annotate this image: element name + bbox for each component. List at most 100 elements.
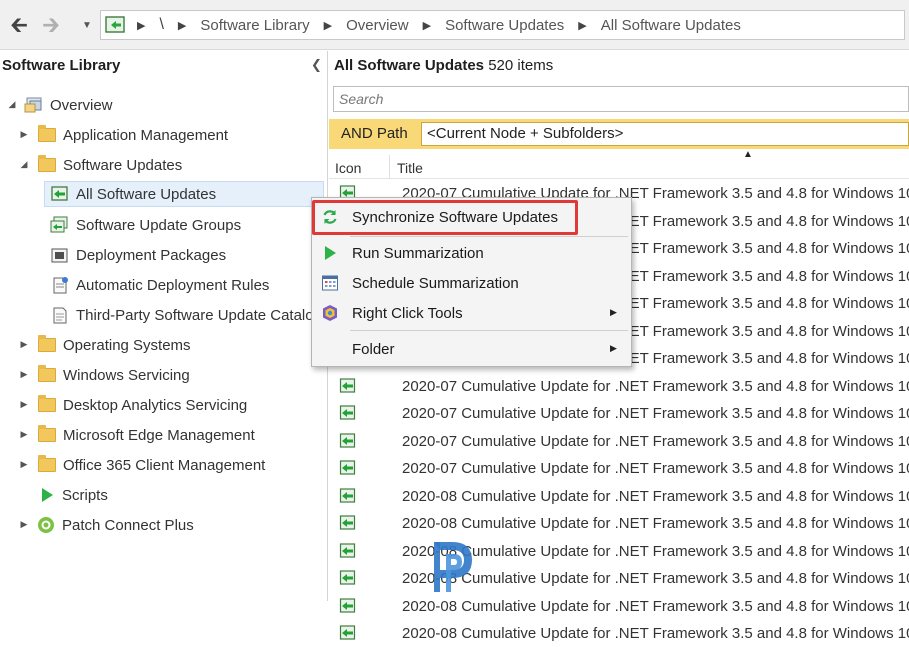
tree-item-microsoft-edge-management[interactable]: ▶ Microsoft Edge Management: [18, 422, 255, 448]
pane-title: Software Library: [2, 57, 121, 74]
results-title: All Software Updates: [334, 57, 485, 74]
column-header-row: Icon Title ▲: [329, 149, 909, 179]
navigation-pane: Software Library ❮ ◢ Overview ▶ Applicat…: [0, 51, 328, 601]
update-title: 2020-08 Cumulative Update for .NET Frame…: [402, 515, 909, 532]
tree-item-windows-servicing[interactable]: ▶ Windows Servicing: [18, 362, 190, 388]
expand-triangle-icon[interactable]: ▶: [18, 399, 30, 410]
update-title: 2020-08 Cumulative Update for .NET Frame…: [402, 487, 909, 505]
software-update-icon: [339, 570, 356, 585]
breadcrumb-item-all-software-updates[interactable]: All Software Updates: [601, 17, 741, 34]
tree-item-desktop-analytics-servicing[interactable]: ▶ Desktop Analytics Servicing: [18, 392, 247, 418]
tree-item-automatic-deployment-rules[interactable]: Automatic Deployment Rules: [50, 272, 269, 298]
software-update-icon: [51, 186, 68, 201]
table-row[interactable]: 2020-08 Cumulative Update for .NET Frame…: [329, 510, 909, 537]
breadcrumb-item-overview[interactable]: Overview: [346, 17, 409, 34]
expand-triangle-icon[interactable]: ▶: [18, 129, 30, 140]
breadcrumb-root[interactable]: \: [159, 16, 163, 34]
back-arrow-icon[interactable]: 🡰: [6, 12, 32, 38]
table-row[interactable]: 2020-07 Cumulative Update for .NET Frame…: [329, 428, 909, 455]
menu-separator: [350, 236, 628, 237]
scripts-icon: [42, 488, 53, 502]
expand-triangle-icon[interactable]: ▶: [18, 339, 30, 350]
collapse-pane-icon[interactable]: ❮: [311, 57, 322, 73]
tree-item-label: Scripts: [62, 486, 108, 504]
collapse-triangle-icon[interactable]: ◢: [18, 159, 30, 170]
menu-item-run-summarization[interactable]: Run Summarization: [312, 238, 631, 268]
expand-triangle-icon[interactable]: ▶: [18, 519, 30, 530]
breadcrumb-separator: ▶: [323, 19, 333, 32]
tree-item-overview[interactable]: ◢ Overview: [6, 92, 113, 118]
right-click-tools-icon: [323, 305, 337, 321]
software-update-icon: [339, 515, 356, 530]
watermark-logo: [434, 542, 472, 592]
submenu-arrow-icon: ▶: [610, 343, 617, 353]
column-header-icon[interactable]: Icon: [335, 160, 361, 176]
tree-item-application-management[interactable]: ▶ Application Management: [18, 122, 228, 148]
update-group-icon: [50, 216, 68, 233]
breadcrumb-item-software-updates[interactable]: Software Updates: [445, 17, 564, 34]
tree-item-deployment-packages[interactable]: Deployment Packages: [50, 242, 226, 268]
breadcrumb-item-software-library[interactable]: Software Library: [200, 17, 309, 34]
tree-item-label: Software Updates: [63, 156, 183, 174]
filter-bar: AND Path <Current Node + Subfolders>: [329, 119, 909, 149]
tree-item-software-update-groups[interactable]: Software Update Groups: [50, 212, 241, 238]
menu-item-schedule-summarization[interactable]: Schedule Summarization: [312, 268, 631, 298]
table-row[interactable]: 2020-07 Cumulative Update for .NET Frame…: [329, 373, 909, 400]
table-row[interactable]: 2020-07 Cumulative Update for .NET Frame…: [329, 400, 909, 427]
catalog-icon: [53, 307, 67, 324]
menu-item-folder[interactable]: Folder ▶: [312, 334, 631, 364]
breadcrumb-separator: ▶: [422, 19, 432, 32]
expand-triangle-icon[interactable]: ▶: [18, 459, 30, 470]
tree-item-operating-systems[interactable]: ▶ Operating Systems: [18, 332, 191, 358]
filter-label: AND Path: [341, 125, 408, 142]
folder-icon: [38, 365, 56, 382]
menu-item-right-click-tools[interactable]: Right Click Tools ▶: [312, 298, 631, 328]
tree-item-label: Software Update Groups: [76, 216, 242, 234]
tree-item-office-365-client-management[interactable]: ▶ Office 365 Client Management: [18, 452, 265, 478]
history-dropdown-icon[interactable]: ▼: [74, 13, 100, 39]
tree-item-all-software-updates[interactable]: All Software Updates: [44, 181, 324, 207]
table-row[interactable]: 2020-08 Cumulative Update for .NET Frame…: [329, 620, 909, 647]
update-title: 2020-07 Cumulative Update for .NET Frame…: [402, 460, 909, 477]
tree-item-label: Operating Systems: [63, 336, 191, 354]
table-row[interactable]: 2020-08 Cumulative Update for .NET Frame…: [329, 538, 909, 565]
tree-item-label: Overview: [50, 96, 113, 114]
highlight-annotation: [312, 200, 578, 235]
breadcrumb-separator: ▶: [137, 19, 146, 32]
tree-item-label: Desktop Analytics Servicing: [63, 396, 248, 414]
table-row[interactable]: 2020-08 Cumulative Update for .NET Frame…: [329, 593, 909, 620]
expand-triangle-icon[interactable]: ▶: [18, 369, 30, 380]
tree-item-software-updates[interactable]: ◢ Software Updates: [18, 152, 182, 178]
folder-icon: [38, 125, 56, 142]
menu-item-label: Folder: [352, 341, 395, 358]
collapse-triangle-icon[interactable]: ◢: [6, 99, 18, 110]
tree-item-label: Deployment Packages: [76, 246, 227, 264]
update-title: 2020-08 Cumulative Update for .NET Frame…: [402, 597, 909, 615]
table-row[interactable]: 2020-07 Cumulative Update for .NET Frame…: [329, 455, 909, 482]
folder-icon: [38, 455, 56, 472]
tree-item-label: Application Management: [63, 126, 229, 144]
tree-item-label: All Software Updates: [76, 185, 217, 203]
tree-item-third-party-catalogs[interactable]: Third-Party Software Update Catalo: [50, 302, 314, 328]
menu-separator: [350, 330, 628, 331]
column-header-title[interactable]: Title: [397, 160, 423, 176]
software-update-icon: [339, 460, 356, 475]
column-divider[interactable]: [389, 155, 390, 179]
package-icon: [51, 248, 68, 263]
address-bar: 🡰 🡲 ▼ ▶ \ ▶ Software Library ▶ Overview …: [0, 0, 909, 50]
update-title: 2020-08 Cumulative Update for .NET Frame…: [402, 625, 909, 642]
search-input[interactable]: Search: [333, 86, 909, 112]
results-header: All Software Updates 520 items: [334, 57, 553, 74]
path-filter-dropdown[interactable]: <Current Node + Subfolders>: [421, 122, 909, 146]
tree-item-label: Third-Party Software Update Catalo: [76, 306, 314, 324]
tree-item-label: Microsoft Edge Management: [63, 426, 255, 444]
forward-arrow-icon[interactable]: 🡲: [38, 12, 64, 38]
tree-item-patch-connect-plus[interactable]: ▶ Patch Connect Plus: [18, 512, 194, 538]
tree-item-scripts[interactable]: Scripts: [38, 482, 108, 508]
tree-item-label: Office 365 Client Management: [63, 456, 266, 474]
breadcrumb[interactable]: ▶ \ ▶ Software Library ▶ Overview ▶ Soft…: [100, 10, 905, 40]
expand-triangle-icon[interactable]: ▶: [18, 429, 30, 440]
table-row[interactable]: 2020-08 Cumulative Update for .NET Frame…: [329, 483, 909, 510]
tree-item-label: Automatic Deployment Rules: [76, 276, 270, 294]
table-row[interactable]: 2020-08 Cumulative Update for .NET Frame…: [329, 565, 909, 592]
